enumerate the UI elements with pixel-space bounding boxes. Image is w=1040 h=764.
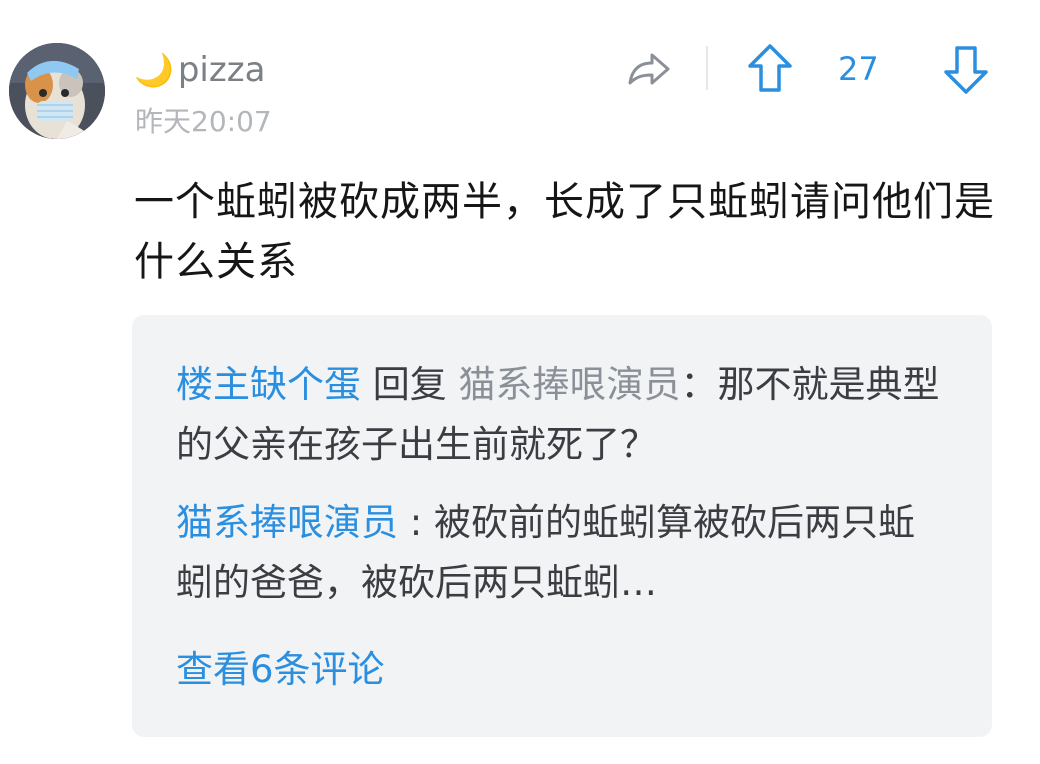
- vote-count: 27: [838, 50, 879, 88]
- timestamp: 昨天20:07: [135, 105, 272, 138]
- reply-author[interactable]: 猫系捧哏演员: [176, 501, 398, 544]
- avatar-cat-image: [9, 43, 105, 139]
- upvote-button[interactable]: [746, 42, 794, 96]
- replies-panel: 楼主缺个蛋 回复 猫系捧哏演员：那不就是典型的父亲在孩子出生前就死了？ 猫系捧哏…: [132, 315, 992, 737]
- arrow-down-icon: [944, 46, 988, 94]
- reply-target[interactable]: 猫系捧哏演员: [459, 363, 681, 406]
- moon-emoji-icon: 🌙: [134, 51, 174, 89]
- reply-item[interactable]: 楼主缺个蛋 回复 猫系捧哏演员：那不就是典型的父亲在孩子出生前就死了？: [176, 355, 946, 475]
- view-more-comments-link[interactable]: 查看6条评论: [176, 640, 385, 700]
- reply-item[interactable]: 猫系捧哏演员 : 被砍前的蚯蚓算被砍后两只蚯蚓的爸爸，被砍后两只蚯蚓…: [176, 493, 946, 613]
- share-button[interactable]: [624, 45, 672, 93]
- reply-author[interactable]: 楼主缺个蛋: [176, 363, 361, 406]
- avatar[interactable]: [9, 43, 105, 139]
- reply-separator: :: [398, 501, 434, 544]
- action-divider: [706, 46, 708, 90]
- reply-word: 回复: [361, 363, 459, 406]
- comment-text: 一个蚯蚓被砍成两半，长成了只蚯蚓请问他们是什么关系: [134, 179, 995, 285]
- username-text: pizza: [177, 50, 266, 90]
- username[interactable]: 🌙 pizza: [134, 48, 265, 92]
- share-arrow-icon: [628, 53, 670, 85]
- reply-separator: ：: [680, 363, 718, 406]
- arrow-up-icon: [748, 44, 792, 92]
- downvote-button[interactable]: [942, 42, 990, 96]
